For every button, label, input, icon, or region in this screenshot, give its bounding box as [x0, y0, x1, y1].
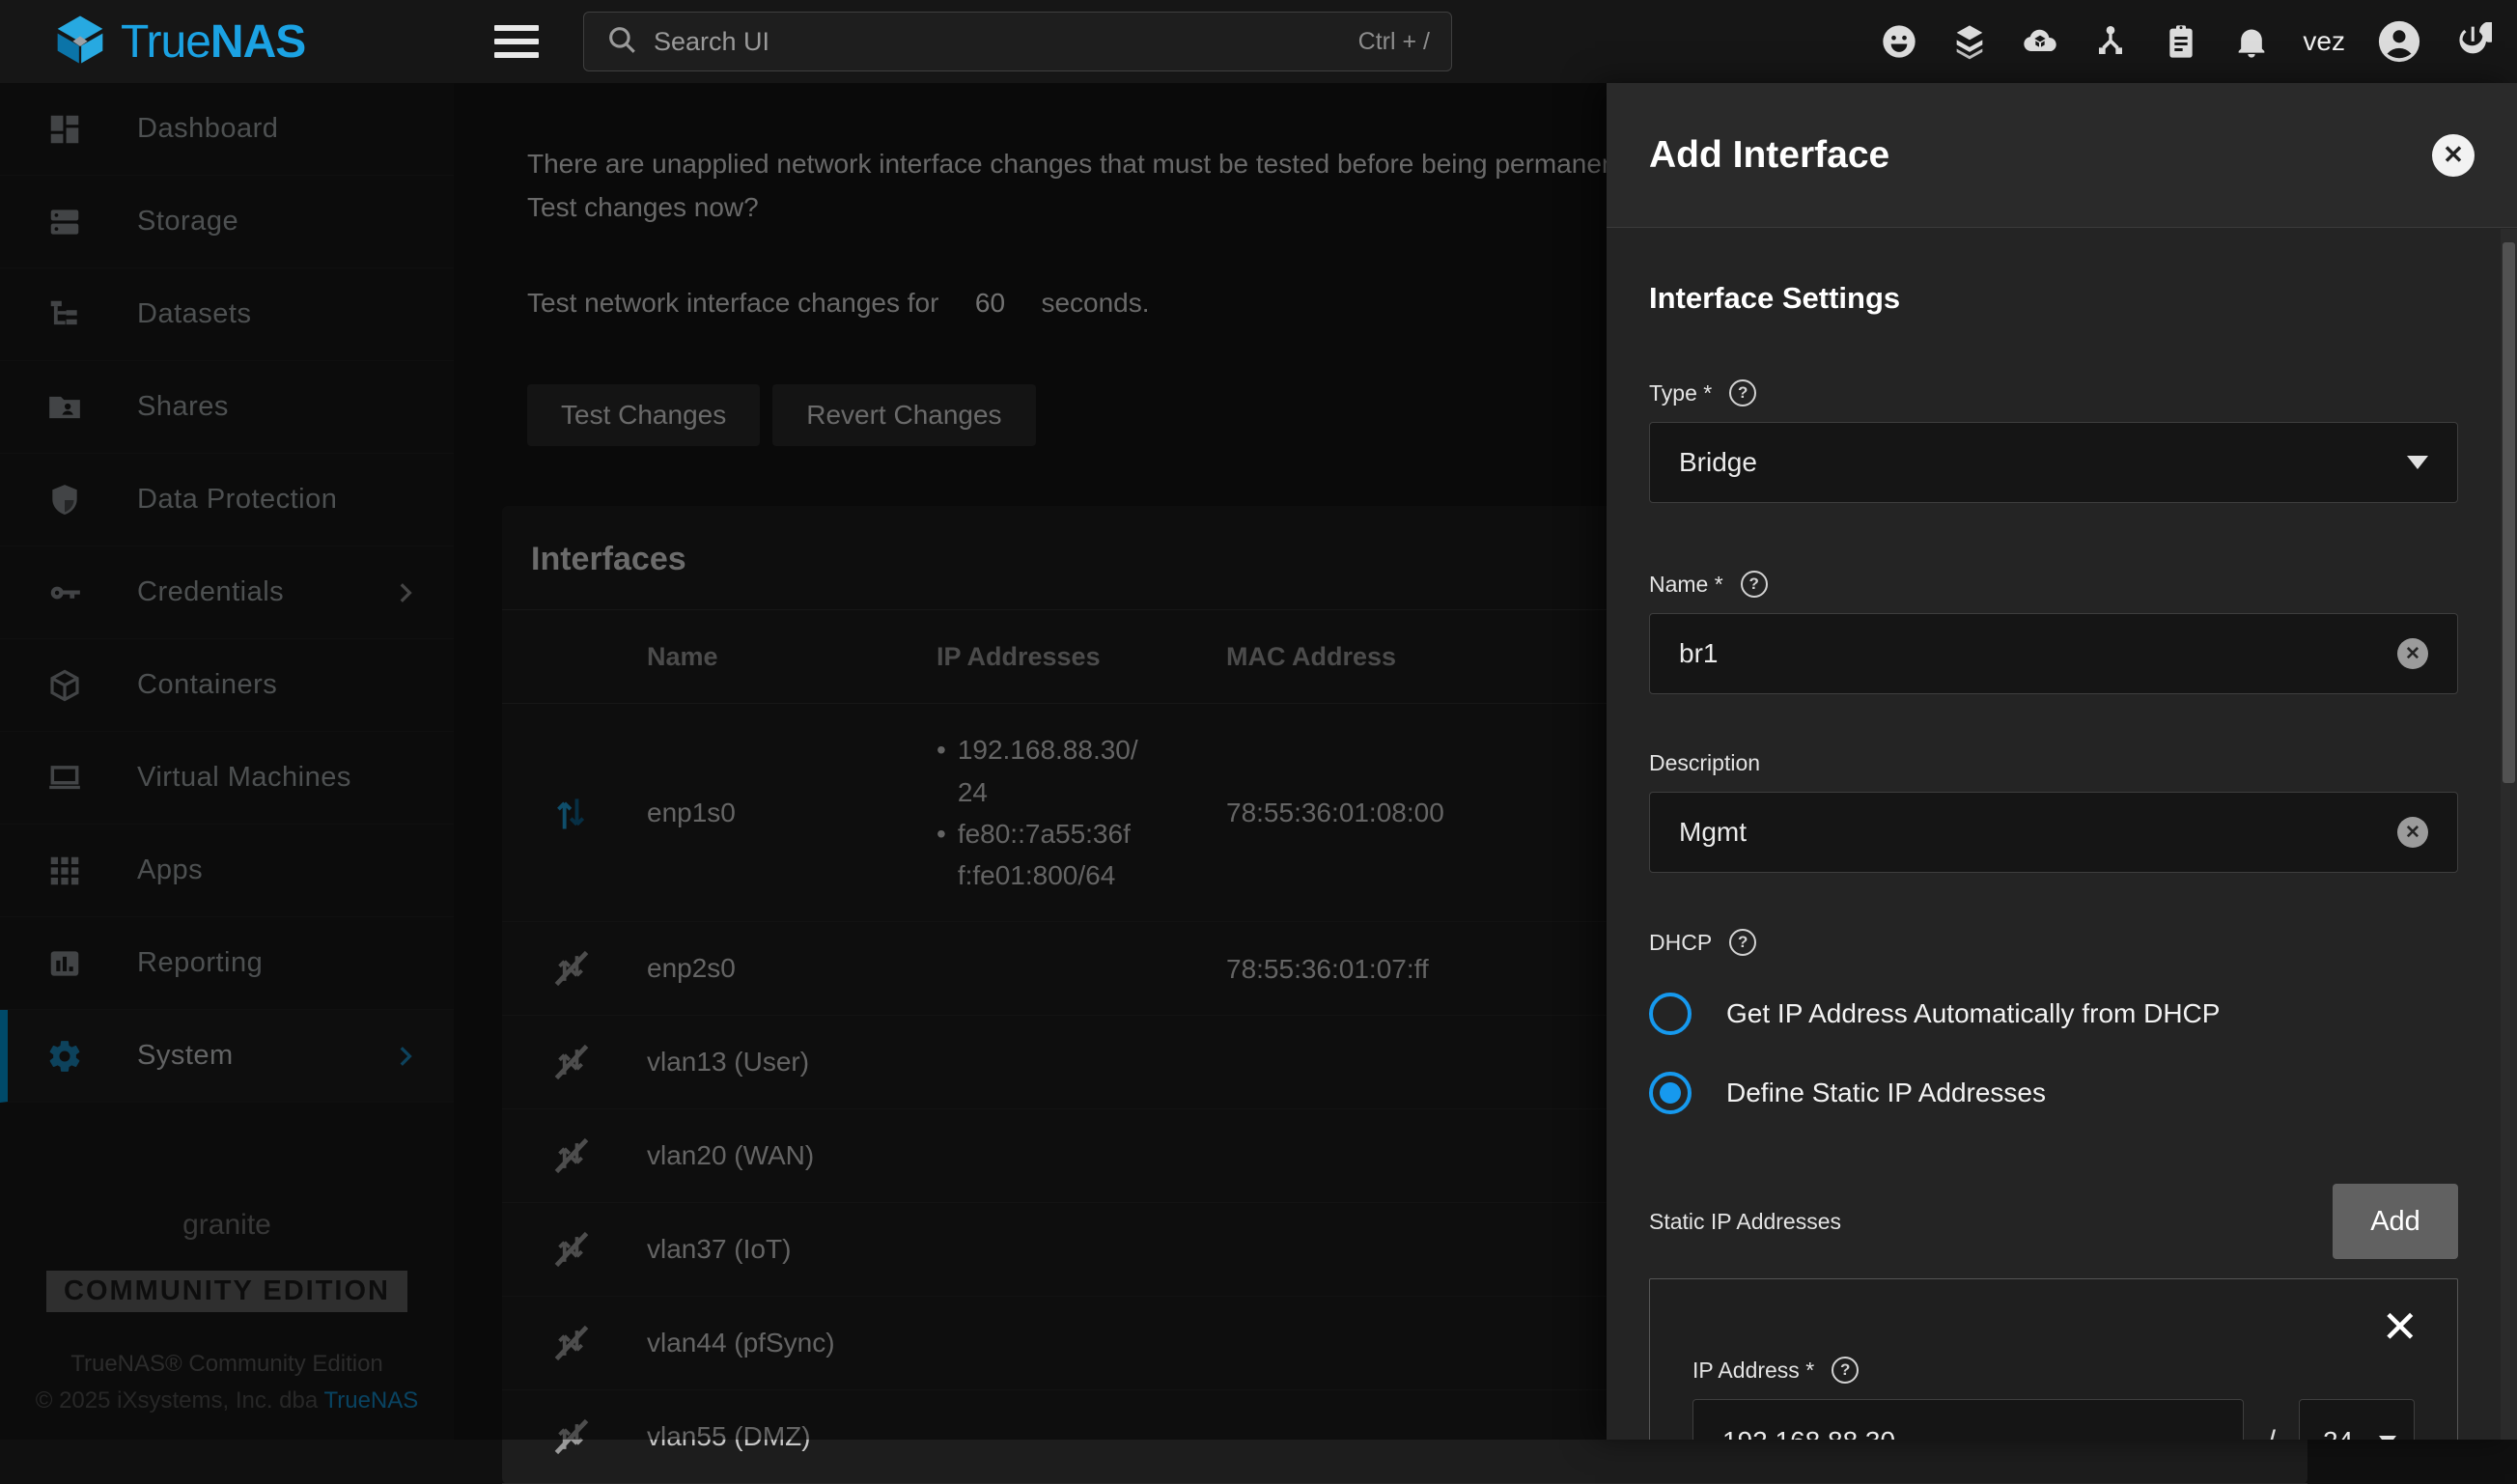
add-interface-panel: Add Interface ✕ Interface Settings Type … [1607, 83, 2517, 1440]
alerts-bell-icon[interactable] [2232, 22, 2271, 61]
truenas-logo-mark-icon [53, 13, 107, 71]
truenas-logo-text: TrueNAS [121, 15, 305, 69]
power-icon[interactable] [2453, 22, 2492, 61]
help-icon[interactable]: ? [1729, 929, 1756, 956]
ip-input-row: 192.168.88.30 / 24 [1692, 1399, 2415, 1440]
add-static-ip-button[interactable]: Add [2333, 1184, 2458, 1259]
jobs-clipboard-icon[interactable] [2162, 22, 2200, 61]
search-shortcut: Ctrl + / [1358, 28, 1430, 56]
panel-title: Add Interface [1649, 134, 1889, 177]
delete-entry-icon[interactable]: ✕ [2381, 1304, 2419, 1349]
radio-static-ip[interactable]: Define Static IP Addresses [1649, 1072, 2458, 1114]
panel-body: Interface Settings Type * ? Bridge Name … [1607, 229, 2501, 1440]
cidr-separator: / [2267, 1424, 2276, 1441]
topbar: TrueNAS Search UI Ctrl + / [0, 0, 2517, 83]
user-avatar-icon[interactable] [2377, 19, 2421, 64]
static-ips-header: Static IP Addresses Add [1649, 1184, 2458, 1259]
truenas-logo[interactable]: TrueNAS [0, 13, 305, 71]
name-input[interactable]: br1 ✕ [1649, 613, 2458, 694]
truenas-connect-cloud-icon[interactable] [2021, 22, 2059, 61]
clear-icon[interactable]: ✕ [2397, 817, 2428, 848]
truecommand-layers-icon[interactable] [1950, 22, 1989, 61]
description-field-label: Description [1649, 750, 2458, 776]
clear-icon[interactable]: ✕ [2397, 638, 2428, 669]
scrollbar[interactable] [2501, 229, 2517, 1440]
description-input[interactable]: Mgmt ✕ [1649, 792, 2458, 873]
panel-header: Add Interface ✕ [1607, 83, 2517, 228]
dhcp-label: DHCP ? [1649, 929, 2458, 956]
scrollbar-thumb[interactable] [2503, 242, 2515, 783]
api-nodes-icon[interactable] [2091, 22, 2130, 61]
search-input[interactable]: Search UI Ctrl + / [583, 12, 1452, 71]
help-icon[interactable]: ? [1832, 1357, 1859, 1384]
search-icon [605, 23, 638, 61]
ip-address-label: IP Address * ? [1692, 1357, 2415, 1384]
chevron-down-icon [2407, 456, 2428, 469]
name-field-label: Name * ? [1649, 571, 2458, 598]
netmask-select[interactable]: 24 [2299, 1399, 2415, 1440]
menu-toggle-icon[interactable] [494, 25, 539, 58]
modal-backdrop[interactable] [0, 83, 1607, 1440]
type-field-label: Type * ? [1649, 379, 2458, 406]
static-ip-entry-card: ✕ IP Address * ? 192.168.88.30 / 24 [1649, 1278, 2458, 1440]
feedback-smiley-icon[interactable] [1880, 22, 1918, 61]
truenas-app: TrueNAS Search UI Ctrl + / [0, 0, 2517, 1440]
topbar-actions: vez [1880, 0, 2492, 83]
help-icon[interactable]: ? [1729, 379, 1756, 406]
ip-address-input[interactable]: 192.168.88.30 [1692, 1399, 2244, 1440]
help-icon[interactable]: ? [1741, 571, 1768, 598]
close-icon[interactable]: ✕ [2432, 134, 2475, 177]
type-select[interactable]: Bridge [1649, 422, 2458, 503]
radio-icon [1649, 993, 1692, 1035]
section-title: Interface Settings [1649, 281, 2458, 316]
radio-dhcp-auto[interactable]: Get IP Address Automatically from DHCP [1649, 993, 2458, 1035]
chevron-down-icon [2379, 1436, 2396, 1440]
search-placeholder: Search UI [654, 27, 1343, 57]
username-text: vez [2303, 26, 2345, 57]
radio-selected-icon [1649, 1072, 1692, 1114]
